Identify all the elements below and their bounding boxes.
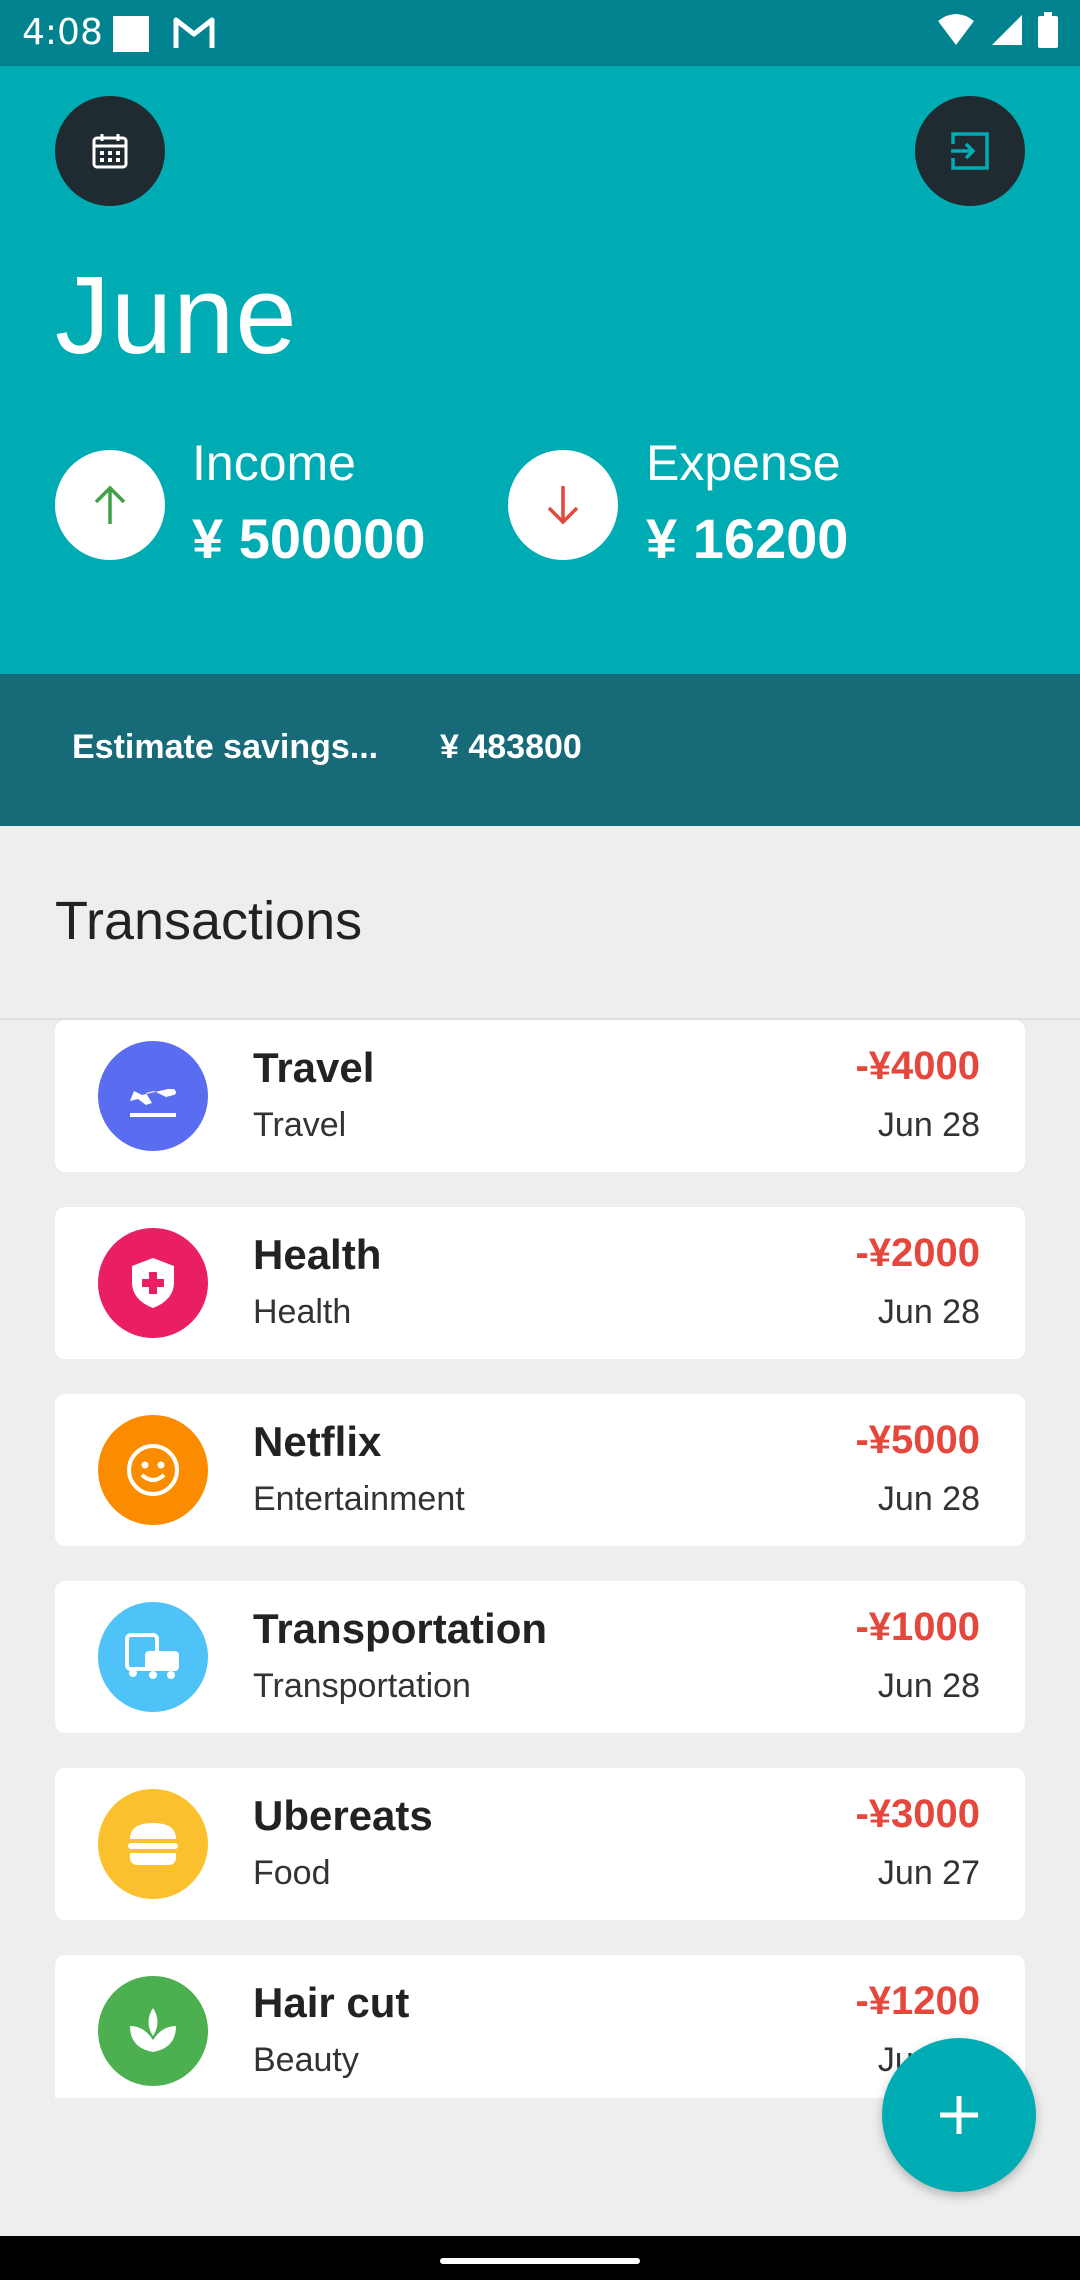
expense-icon-circle (508, 450, 618, 560)
transaction-date: Jun 28 (877, 1106, 980, 1144)
travel-category-circle (98, 1041, 208, 1151)
transaction-amount: -¥5000 (855, 1418, 980, 1462)
entertainment-category-circle (98, 1415, 208, 1525)
expense-value: ¥ 16200 (646, 507, 849, 570)
savings-value: ¥ 483800 (440, 728, 582, 766)
bus-car-icon (125, 1633, 179, 1679)
food-category-circle (98, 1789, 208, 1899)
transportation-category-circle (98, 1602, 208, 1712)
airplane-icon (130, 1089, 176, 1117)
transaction-category: Transportation (253, 1667, 471, 1705)
gmail-icon (173, 17, 215, 48)
transaction-name: Netflix (253, 1418, 382, 1465)
transaction-date: Jun 28 (877, 1293, 980, 1331)
transaction-card[interactable]: Ubereats Food -¥3000 Jun 27 (55, 1768, 1025, 1920)
notification-icon (113, 16, 149, 52)
transaction-amount: -¥4000 (855, 1044, 980, 1088)
wifi-icon (938, 14, 974, 45)
transaction-name: Health (253, 1231, 382, 1278)
transaction-name: Travel (253, 1044, 375, 1091)
transaction-name: Ubereats (253, 1792, 433, 1839)
transaction-amount: -¥1200 (855, 1979, 980, 2023)
shield-cross-icon (132, 1258, 174, 1308)
transaction-date: Jun 28 (877, 1667, 980, 1705)
transaction-card[interactable]: Netflix Entertainment -¥5000 Jun 28 (55, 1394, 1025, 1546)
savings-bar: Estimate savings... ¥ 483800 (0, 674, 1080, 826)
savings-label: Estimate savings... (72, 728, 379, 766)
transaction-name: Transportation (253, 1605, 548, 1652)
add-transaction-button[interactable] (882, 2038, 1036, 2192)
transaction-category: Entertainment (253, 1480, 465, 1518)
status-bar: 4:08 (0, 0, 1080, 66)
plus-icon (940, 2096, 978, 2134)
logout-button[interactable] (915, 96, 1025, 206)
transaction-category: Beauty (253, 2041, 359, 2079)
system-nav-bar (0, 2236, 1080, 2280)
transaction-date: Jun 27 (877, 1854, 980, 1892)
transaction-card[interactable]: Transportation Transportation -¥1000 Jun… (55, 1581, 1025, 1733)
transaction-amount: -¥1000 (855, 1605, 980, 1649)
transaction-card[interactable]: Health Health -¥2000 Jun 28 (55, 1207, 1025, 1359)
signal-icon (992, 15, 1022, 45)
health-category-circle (98, 1228, 208, 1338)
income-label: Income (192, 435, 356, 491)
burger-icon (128, 1823, 178, 1865)
home-gesture-handle[interactable] (440, 2258, 640, 2264)
beauty-category-circle (98, 1976, 208, 2086)
arrow-down-icon (547, 486, 579, 525)
status-time: 4:08 (22, 12, 103, 53)
month-title: June (55, 254, 298, 377)
income-value: ¥ 500000 (192, 507, 426, 570)
transaction-date: Jun 28 (877, 1480, 980, 1518)
leaf-icon (130, 2008, 176, 2052)
battery-icon (1038, 12, 1058, 48)
transaction-card[interactable]: Hair cut Beauty -¥1200 Jun 27 (55, 1955, 1025, 2098)
summary-header: June Income ¥ 500000 Expense ¥ 16200 (0, 66, 1080, 674)
transaction-card[interactable]: Travel Travel -¥4000 Jun 28 (55, 1020, 1025, 1172)
calendar-button[interactable] (55, 96, 165, 206)
logout-icon (951, 132, 989, 170)
income-icon-circle (55, 450, 165, 560)
transaction-list[interactable]: Travel Travel -¥4000 Jun 28 Health Healt… (0, 1020, 1080, 2098)
transaction-amount: -¥3000 (855, 1792, 980, 1836)
expense-label: Expense (646, 435, 841, 491)
arrow-up-icon (94, 485, 126, 524)
transaction-name: Hair cut (253, 1979, 410, 2026)
smiley-icon (127, 1444, 179, 1496)
transaction-category: Travel (253, 1106, 347, 1144)
transactions-title: Transactions (55, 891, 363, 951)
transaction-amount: -¥2000 (855, 1231, 980, 1275)
transaction-category: Food (253, 1854, 331, 1892)
transaction-category: Health (253, 1293, 352, 1331)
calendar-icon (92, 134, 128, 169)
